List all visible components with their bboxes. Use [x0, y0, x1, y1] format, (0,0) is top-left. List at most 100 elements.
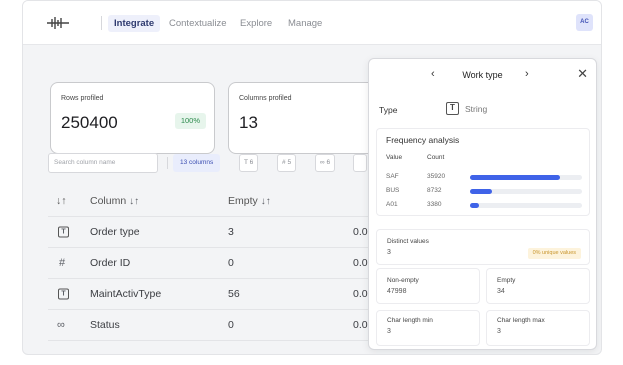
string-type-icon: T [58, 288, 69, 300]
frequency-bar-track [470, 203, 582, 208]
nav-tab-manage[interactable]: Manage [288, 18, 322, 29]
table-row[interactable]: T Order type 3 0.0 [48, 217, 378, 248]
column-detail-panel: ‹ Work type › ✕ Type T String Frequency … [368, 58, 597, 350]
column-name: Status [90, 319, 120, 331]
non-empty-value: 47998 [387, 288, 407, 295]
string-type-icon: T [446, 102, 459, 115]
type-label: Type [379, 105, 398, 115]
link-type-icon: ∞ [57, 319, 65, 331]
filter-chip-count: 6 [249, 159, 254, 166]
chevron-right-icon[interactable]: › [525, 68, 529, 80]
unique-values-badge: 0% unique values [527, 248, 581, 259]
filter-chip-count: 5 [287, 159, 292, 166]
panel-header: ‹ Work type › ✕ [369, 59, 596, 91]
distinct-values-label: Distinct values [387, 238, 429, 245]
empty-count: 3 [228, 226, 234, 238]
app-window: Integrate Contextualize Explore Manage A… [22, 0, 602, 355]
column-name: Order type [90, 226, 140, 238]
nav-tab-contextualize[interactable]: Contextualize [169, 18, 227, 29]
columns-profiled-card: Columns profiled 13 10 [228, 82, 393, 154]
filter-chip-string[interactable]: T 6 [239, 154, 259, 172]
column-header-label: Column [90, 194, 127, 207]
frequency-bar [470, 203, 479, 208]
frequency-bar [470, 189, 493, 194]
frequency-value: A01 [386, 201, 398, 208]
empty-count: 0 [228, 257, 234, 269]
columns-table: ↓↑ Column ↓↑ Empty ↓↑ T Order type 3 0.0… [48, 185, 378, 341]
string-type-icon: T [244, 159, 248, 166]
char-length-max-label: Char length max [497, 317, 545, 324]
empty-count: 0 [228, 319, 234, 331]
distinct-values-box: Distinct values 3 0% unique values [376, 229, 590, 265]
frequency-analysis-box: Frequency analysis Value Count SAF 35920… [376, 128, 590, 216]
empty-header[interactable]: Empty ↓↑ [228, 195, 271, 207]
avatar[interactable]: AC [576, 14, 593, 31]
column-name: MaintActivType [90, 288, 162, 300]
columns-profiled-label: Columns profiled [239, 95, 292, 102]
frequency-row: SAF 35920 [377, 171, 589, 183]
frequency-bar [470, 175, 560, 180]
distinct-values-value: 3 [387, 249, 391, 256]
columns-profiled-value: 13 [239, 113, 258, 132]
frequency-bar-track [470, 175, 582, 180]
empty-percent: 0.0 [353, 319, 368, 331]
number-type-icon: # [282, 159, 286, 166]
empty-percent: 0.0 [353, 226, 368, 238]
empty-box: Empty 34 [486, 268, 590, 304]
filter-chip-count: 6 [326, 159, 331, 166]
logo-icon[interactable] [45, 16, 71, 30]
char-length-max-value: 3 [497, 328, 501, 335]
frequency-value: SAF [386, 173, 399, 180]
char-length-min-box: Char length min 3 [376, 310, 480, 346]
sort-icon: ↓↑ [129, 195, 140, 207]
string-type-icon: T [58, 226, 69, 238]
frequency-value-header: Value [386, 154, 403, 161]
sort-icon: ↓↑ [260, 195, 271, 207]
frequency-count: 35920 [427, 173, 446, 180]
rows-profiled-card: Rows profiled 250400 100% [50, 82, 215, 154]
char-length-max-box: Char length max 3 [486, 310, 590, 346]
non-empty-label: Non-empty [387, 277, 419, 284]
sort-icon[interactable]: ↓↑ [56, 195, 67, 207]
filter-chip-number[interactable]: # 5 [277, 154, 297, 172]
table-row[interactable]: ∞ Status 0 0.0 [48, 310, 378, 341]
filter-chip-link[interactable]: ∞ 6 [315, 154, 336, 172]
panel-title: Work type [462, 70, 503, 80]
char-length-min-label: Char length min [387, 317, 433, 324]
char-length-min-value: 3 [387, 328, 391, 335]
filter-divider [167, 157, 168, 169]
filter-chip-more[interactable] [353, 154, 367, 172]
table-row[interactable]: # Order ID 0 0.0 [48, 248, 378, 279]
empty-value: 34 [497, 288, 505, 295]
nav-divider [101, 16, 102, 30]
column-name: Order ID [90, 257, 131, 269]
close-icon[interactable]: ✕ [577, 66, 588, 82]
frequency-count-header: Count [427, 154, 445, 161]
nav-tab-explore[interactable]: Explore [240, 18, 272, 29]
frequency-row: BUS 8732 [377, 185, 589, 197]
column-header[interactable]: Column ↓↑ [90, 195, 139, 207]
empty-label: Empty [497, 277, 516, 284]
empty-percent: 0.0 [353, 288, 368, 300]
rows-profiled-label: Rows profiled [61, 95, 104, 102]
empty-count: 56 [228, 288, 240, 300]
empty-percent: 0.0 [353, 257, 368, 269]
frequency-value: BUS [386, 187, 400, 194]
search-input[interactable]: Search column name [48, 153, 158, 173]
frequency-count: 8732 [427, 187, 442, 194]
columns-count-badge[interactable]: 13 columns [173, 154, 221, 172]
frequency-analysis-title: Frequency analysis [386, 135, 460, 145]
frequency-bar-track [470, 189, 582, 194]
frequency-count: 3380 [427, 201, 442, 208]
nav-tab-integrate[interactable]: Integrate [108, 15, 161, 32]
type-value: String [465, 104, 488, 114]
link-type-icon: ∞ [320, 159, 325, 166]
number-type-icon: # [59, 257, 66, 269]
table-header: ↓↑ Column ↓↑ Empty ↓↑ [48, 185, 378, 217]
top-bar: Integrate Contextualize Explore Manage A… [23, 1, 601, 45]
rows-profiled-percent: 100% [174, 113, 206, 129]
table-row[interactable]: T MaintActivType 56 0.0 [48, 279, 378, 310]
frequency-row: A01 3380 [377, 199, 589, 211]
non-empty-box: Non-empty 47998 [376, 268, 480, 304]
empty-header-label: Empty [228, 194, 258, 207]
